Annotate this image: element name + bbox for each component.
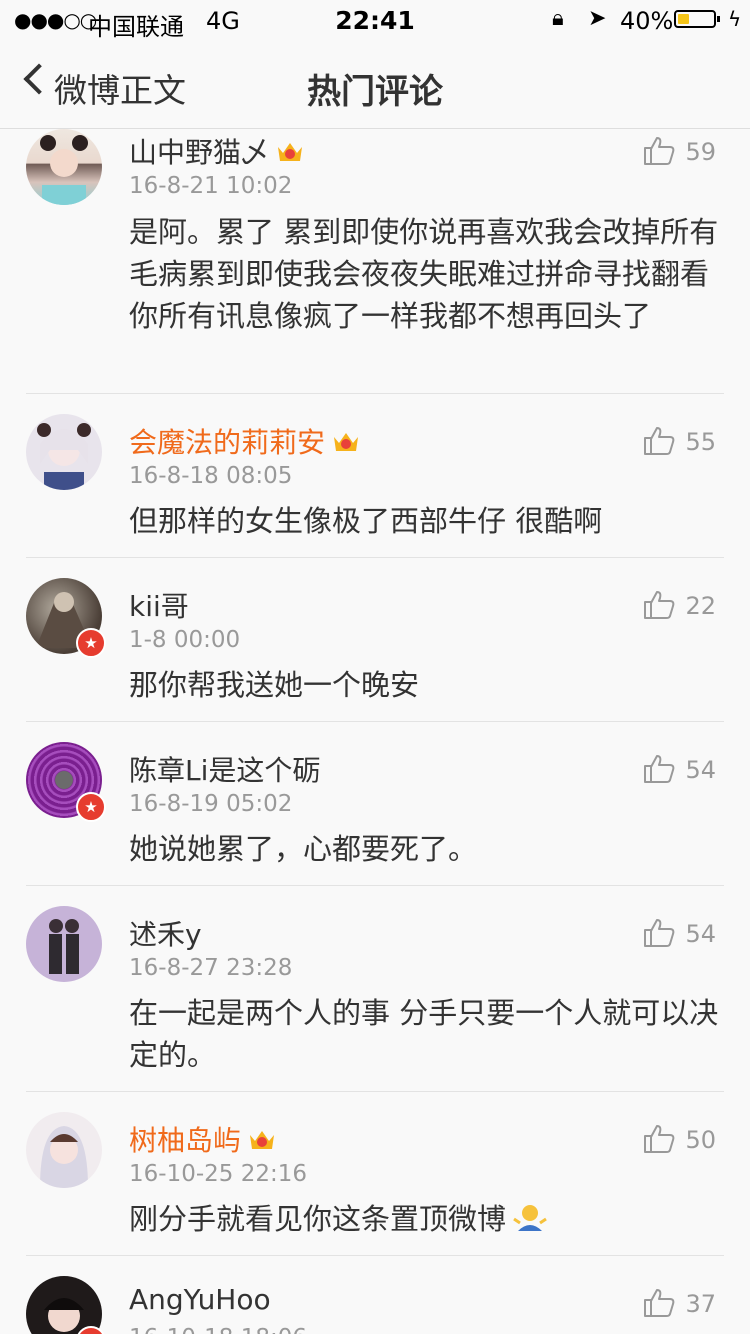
comment-text: 那你帮我送她一个晚安 <box>129 668 420 702</box>
comment-text: 她说她累了，心都要死了。 <box>129 832 478 866</box>
thumbs-up-icon <box>644 427 675 455</box>
comment-text: 是阿。累了 累到即使你说再喜欢我会改掉所有毛病累到即使我会夜夜失眠难过拼命寻找翻… <box>129 215 719 333</box>
verified-badge-icon: ★ <box>76 628 106 658</box>
like-button[interactable]: 54 <box>643 754 716 784</box>
comment-text: 在一起是两个人的事 分手只要一个人就可以决定的。 <box>129 996 719 1072</box>
like-button[interactable]: 22 <box>643 590 716 620</box>
avatar[interactable] <box>26 129 102 205</box>
shrug-emoji-icon <box>512 1202 548 1244</box>
like-button[interactable]: 50 <box>643 1124 716 1154</box>
comment-username[interactable]: 陈章Li是这个砺 <box>129 749 320 789</box>
comment-username[interactable]: 述禾y <box>129 913 202 953</box>
battery-percent: 40% <box>620 7 674 35</box>
avatar[interactable] <box>26 1112 102 1188</box>
thumbs-up-icon <box>644 137 675 165</box>
like-button[interactable]: 59 <box>643 136 716 166</box>
comment-timestamp: 16-8-27 23:28 <box>129 955 293 981</box>
page-title: 热门评论 <box>307 72 443 112</box>
charging-bolt-icon: ϟ <box>728 7 742 31</box>
battery-fill <box>678 14 690 24</box>
vip-crown-icon <box>247 1127 277 1153</box>
comment-username[interactable]: kii哥 <box>129 585 189 625</box>
like-button[interactable]: 37 <box>643 1288 716 1318</box>
comment-item[interactable]: ★ kii哥 1-8 00:00 那你帮我送她一个晚安 22 <box>0 558 750 722</box>
status-bar: ●●●○○ 中国联通 4G 22:41 🔒︎ ➤ 40% ϟ <box>0 0 750 42</box>
like-count: 50 <box>685 1126 716 1154</box>
comment-username[interactable]: 山中野猫乄 <box>129 131 305 171</box>
orientation-lock-icon: 🔒︎ <box>552 6 564 31</box>
like-count: 55 <box>685 428 716 456</box>
like-count: 59 <box>685 138 716 166</box>
thumbs-up-icon <box>644 755 675 783</box>
like-count: 54 <box>685 920 716 948</box>
comment-timestamp: 16-8-21 10:02 <box>129 173 293 199</box>
comment-username[interactable]: 会魔法的莉莉安 <box>129 421 361 461</box>
vip-crown-icon <box>275 139 305 165</box>
comment-item[interactable]: 会魔法的莉莉安 16-8-18 08:05 但那样的女生像极了西部牛仔 很酷啊 … <box>0 394 750 558</box>
comment-timestamp: 16-10-18 18:06 <box>129 1325 307 1334</box>
comment-item[interactable]: 树柚岛屿 16-10-25 22:16 刚分手就看见你这条置顶微博 50 <box>0 1092 750 1256</box>
navigation-bar: 微博正文 热门评论 <box>0 42 750 129</box>
comment-username[interactable]: 树柚岛屿 <box>129 1119 277 1159</box>
avatar[interactable] <box>26 414 102 490</box>
like-button[interactable]: 55 <box>643 426 716 456</box>
like-count: 22 <box>685 592 716 620</box>
battery-icon <box>674 10 720 28</box>
verified-badge-icon: ★ <box>76 792 106 822</box>
comment-timestamp: 16-8-19 05:02 <box>129 791 293 817</box>
like-count: 37 <box>685 1290 716 1318</box>
avatar[interactable] <box>26 906 102 982</box>
vip-crown-icon <box>331 429 361 455</box>
comment-timestamp: 16-8-18 08:05 <box>129 463 293 489</box>
thumbs-up-icon <box>644 1289 675 1317</box>
like-button[interactable]: 54 <box>643 918 716 948</box>
thumbs-up-icon <box>644 591 675 619</box>
comment-item[interactable]: ★ 陈章Li是这个砺 16-8-19 05:02 她说她累了，心都要死了。 54 <box>0 722 750 886</box>
thumbs-up-icon <box>644 1125 675 1153</box>
comment-item[interactable]: ★ AngYuHoo 16-10-18 18:06 37 <box>0 1256 750 1334</box>
thumbs-up-icon <box>644 919 675 947</box>
comment-item[interactable]: 述禾y 16-8-27 23:28 在一起是两个人的事 分手只要一个人就可以决定… <box>0 886 750 1092</box>
comment-username[interactable]: AngYuHoo <box>129 1283 271 1316</box>
location-arrow-icon: ➤ <box>588 6 607 31</box>
comment-item[interactable]: 山中野猫乄 16-8-21 10:02 是阿。累了 累到即使你说再喜欢我会改掉所… <box>0 129 750 394</box>
like-count: 54 <box>685 756 716 784</box>
comment-text: 刚分手就看见你这条置顶微博 <box>129 1198 719 1244</box>
comment-timestamp: 16-10-25 22:16 <box>129 1161 307 1187</box>
comment-text: 但那样的女生像极了西部牛仔 很酷啊 <box>129 504 603 538</box>
comment-timestamp: 1-8 00:00 <box>129 627 241 653</box>
